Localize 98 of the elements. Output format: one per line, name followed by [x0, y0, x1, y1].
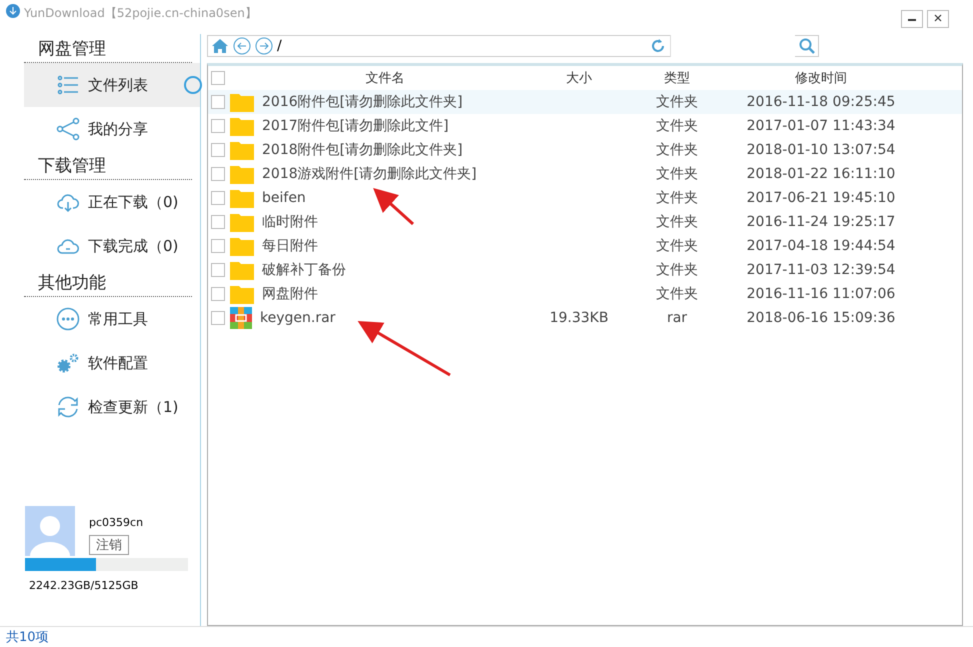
file-name: 2018游戏附件[请勿删除此文件夹]	[262, 165, 477, 183]
item-count: 共10项	[6, 629, 49, 646]
row-checkbox[interactable]	[211, 287, 225, 301]
modified-time: 2017-01-07 11:43:34	[746, 118, 896, 134]
file-row[interactable]: 每日附件 文件夹 2017-04-18 19:44:54	[208, 234, 962, 258]
file-type: 文件夹	[655, 93, 699, 111]
file-type: 文件夹	[655, 117, 699, 135]
file-name: beifen	[262, 190, 306, 206]
sidebar-item[interactable]: 检查更新（1)	[24, 385, 200, 429]
section-heading: 下载管理	[24, 151, 192, 180]
more-icon	[56, 307, 80, 331]
username: pc0359cn	[89, 516, 144, 529]
folder-icon	[230, 92, 254, 112]
home-icon[interactable]	[211, 37, 229, 55]
back-icon[interactable]	[233, 37, 251, 55]
close-icon	[934, 14, 942, 22]
row-checkbox[interactable]	[211, 239, 225, 253]
row-checkbox[interactable]	[211, 215, 225, 229]
sidebar-item[interactable]: 我的分享	[24, 107, 200, 151]
column-header[interactable]: 文件名	[230, 69, 540, 87]
column-header[interactable]: 大小	[540, 69, 618, 87]
row-checkbox[interactable]	[211, 143, 225, 157]
path-text: /	[277, 38, 283, 54]
modified-time: 2018-01-22 16:11:10	[746, 166, 896, 182]
close-button[interactable]	[927, 10, 949, 28]
folder-icon	[230, 188, 254, 208]
folder-icon	[230, 284, 254, 304]
gears-icon	[56, 351, 80, 375]
minimize-button[interactable]	[901, 10, 923, 28]
folder-icon	[230, 212, 254, 232]
modified-time: 2017-06-21 19:45:10	[746, 190, 896, 206]
modified-time: 2017-11-03 12:39:54	[746, 262, 896, 278]
file-name: 每日附件	[262, 237, 318, 255]
sidebar-item[interactable]: 正在下载（0)	[24, 180, 200, 224]
file-type: 文件夹	[655, 213, 699, 231]
file-row[interactable]: 临时附件 文件夹 2016-11-24 19:25:17	[208, 210, 962, 234]
logout-button[interactable]: 注销	[89, 535, 129, 555]
file-type: rar	[666, 310, 688, 326]
storage-text: 2242.23GB/5125GB	[29, 579, 140, 592]
column-header[interactable]: 类型	[618, 69, 736, 87]
file-name: 2017附件包[请勿删除此文件]	[262, 117, 449, 135]
sidebar-item[interactable]: 常用工具	[24, 297, 200, 341]
modified-time: 2018-06-16 15:09:36	[746, 310, 896, 326]
file-row[interactable]: keygen.rar 19.33KB rar 2018-06-16 15:09:36	[208, 306, 962, 330]
file-name: 网盘附件	[262, 285, 318, 303]
sidebar-item[interactable]: 下载完成（0)	[24, 224, 200, 268]
file-row[interactable]: 2018附件包[请勿删除此文件夹] 文件夹 2018-01-10 13:07:54	[208, 138, 962, 162]
modified-time: 2016-11-16 11:07:06	[746, 286, 896, 302]
forward-icon[interactable]	[255, 37, 273, 55]
file-row[interactable]: 破解补丁备份 文件夹 2017-11-03 12:39:54	[208, 258, 962, 282]
share-icon	[56, 117, 80, 141]
folder-icon	[230, 164, 254, 184]
archive-icon	[230, 307, 252, 329]
file-row[interactable]: 网盘附件 文件夹 2016-11-16 11:07:06	[208, 282, 962, 306]
file-type: 文件夹	[655, 189, 699, 207]
refresh-icon	[56, 395, 80, 419]
file-type: 文件夹	[655, 261, 699, 279]
window-title: YunDownload【52pojie.cn-china0sen】	[24, 5, 258, 22]
file-type: 文件夹	[655, 285, 699, 303]
file-name: 2018附件包[请勿删除此文件夹]	[262, 141, 463, 159]
folder-icon	[230, 260, 254, 280]
annotation-arrow	[373, 188, 414, 226]
modified-time: 2016-11-24 19:25:17	[746, 214, 896, 230]
search-icon[interactable]	[799, 38, 815, 54]
folder-icon	[230, 140, 254, 160]
row-checkbox[interactable]	[211, 167, 225, 181]
file-type: 文件夹	[655, 237, 699, 255]
file-name: keygen.rar	[260, 310, 336, 326]
file-type: 文件夹	[655, 165, 699, 183]
file-name: 破解补丁备份	[262, 261, 346, 279]
file-size: 19.33KB	[548, 310, 610, 326]
row-checkbox[interactable]	[211, 191, 225, 205]
file-name: 临时附件	[262, 213, 318, 231]
modified-time: 2018-01-10 13:07:54	[746, 142, 896, 158]
row-checkbox[interactable]	[211, 95, 225, 109]
row-checkbox[interactable]	[211, 263, 225, 277]
file-row[interactable]: 2016附件包[请勿删除此文件夹] 文件夹 2016-11-18 09:25:45	[208, 90, 962, 114]
collapse-toggle[interactable]	[184, 76, 202, 94]
app-logo-icon	[6, 4, 20, 18]
file-type: 文件夹	[655, 141, 699, 159]
list-icon	[56, 73, 80, 97]
sidebar-item[interactable]: 文件列表	[24, 63, 200, 107]
row-checkbox[interactable]	[211, 119, 225, 133]
modified-time: 2017-04-18 19:44:54	[746, 238, 896, 254]
file-row[interactable]: 2018游戏附件[请勿删除此文件夹] 文件夹 2018-01-22 16:11:10	[208, 162, 962, 186]
file-row[interactable]: beifen 文件夹 2017-06-21 19:45:10	[208, 186, 962, 210]
avatar-silhouette	[25, 506, 75, 556]
folder-icon	[230, 116, 254, 136]
file-name: 2016附件包[请勿删除此文件夹]	[262, 93, 463, 111]
folder-icon	[230, 236, 254, 256]
modified-time: 2016-11-18 09:25:45	[746, 94, 896, 110]
file-row[interactable]: 2017附件包[请勿删除此文件] 文件夹 2017-01-07 11:43:34	[208, 114, 962, 138]
refresh-icon[interactable]	[650, 38, 666, 54]
section-heading: 其他功能	[24, 268, 192, 297]
row-checkbox[interactable]	[211, 311, 225, 325]
select-all-checkbox[interactable]	[211, 71, 225, 85]
column-header[interactable]: 修改时间	[736, 69, 906, 87]
sidebar-item[interactable]: 软件配置	[24, 341, 200, 385]
